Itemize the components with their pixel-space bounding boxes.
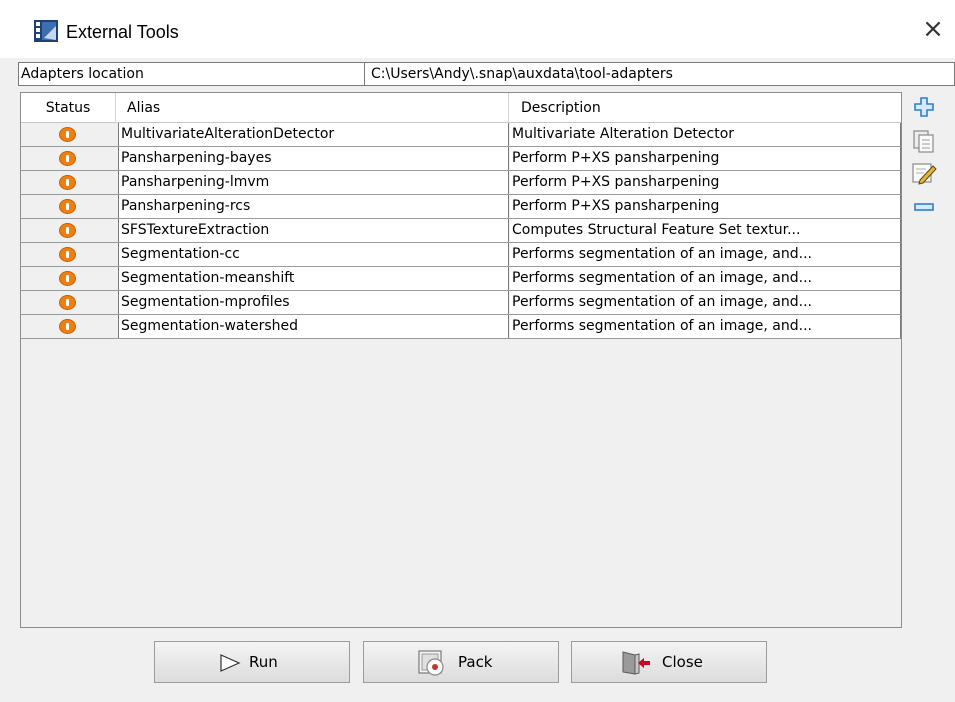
column-header-description[interactable]: Description (509, 93, 901, 123)
column-header-status[interactable]: Status (21, 93, 116, 123)
column-header-alias[interactable]: Alias (116, 93, 509, 123)
warning-icon (59, 271, 76, 286)
table-header: Status Alias Description (21, 93, 901, 123)
warning-icon (59, 199, 76, 214)
status-cell (21, 195, 117, 218)
warning-icon (59, 151, 76, 166)
table-body: MultivariateAlterationDetector Multivaria… (21, 123, 901, 339)
external-tools-dialog: External Tools × Adapters location C:\Us… (0, 0, 955, 702)
alias-cell: Pansharpening-rcs (118, 195, 509, 218)
title-bar: External Tools × (0, 0, 955, 58)
description-cell: Performs segmentation of an image, and..… (510, 315, 901, 338)
warning-icon (59, 247, 76, 262)
alias-cell: Pansharpening-bayes (118, 147, 509, 170)
run-button-label: Run (249, 653, 278, 671)
table-row[interactable]: SFSTextureExtraction Computes Structural … (21, 219, 901, 243)
status-cell (21, 243, 117, 266)
table-row[interactable]: Segmentation-cc Performs segmentation of … (21, 243, 901, 267)
table-row[interactable]: MultivariateAlterationDetector Multivaria… (21, 123, 901, 147)
warning-icon (59, 319, 76, 334)
status-cell (21, 291, 117, 314)
copy-icon[interactable] (910, 128, 938, 154)
alias-cell: Segmentation-meanshift (118, 267, 509, 290)
table-row[interactable]: Segmentation-watershed Performs segmentat… (21, 315, 901, 339)
alias-cell: Segmentation-watershed (118, 315, 509, 338)
add-icon[interactable] (910, 94, 938, 120)
adapters-location-row: Adapters location C:\Users\Andy\.snap\au… (18, 62, 955, 86)
run-button[interactable]: Run (154, 641, 350, 683)
table-row[interactable]: Pansharpening-lmvm Perform P+XS pansharpe… (21, 171, 901, 195)
tool-adapters-table: Status Alias Description MultivariateAlt… (20, 92, 902, 628)
description-cell: Multivariate Alteration Detector (510, 123, 901, 146)
status-cell (21, 267, 117, 290)
pack-icon (418, 650, 444, 676)
pack-button[interactable]: Pack (363, 641, 559, 683)
warning-icon (59, 127, 76, 142)
description-cell: Perform P+XS pansharpening (510, 195, 901, 218)
description-cell: Performs segmentation of an image, and..… (510, 267, 901, 290)
table-row[interactable]: Segmentation-meanshift Performs segmentat… (21, 267, 901, 291)
alias-cell: Segmentation-cc (118, 243, 509, 266)
alias-cell: Segmentation-mprofiles (118, 291, 509, 314)
play-icon (220, 654, 241, 672)
alias-cell: MultivariateAlterationDetector (118, 123, 509, 146)
warning-icon (59, 295, 76, 310)
alias-cell: SFSTextureExtraction (118, 219, 509, 242)
description-cell: Perform P+XS pansharpening (510, 171, 901, 194)
status-cell (21, 123, 117, 146)
close-window-icon[interactable]: × (918, 14, 948, 44)
adapters-location-path[interactable]: C:\Users\Andy\.snap\auxdata\tool-adapter… (367, 63, 954, 85)
close-button-label: Close (662, 653, 703, 671)
table-row[interactable]: Pansharpening-rcs Perform P+XS pansharpen… (21, 195, 901, 219)
remove-icon[interactable] (910, 194, 938, 220)
table-row[interactable]: Pansharpening-bayes Perform P+XS pansharp… (21, 147, 901, 171)
warning-icon (59, 223, 76, 238)
description-cell: Performs segmentation of an image, and..… (510, 243, 901, 266)
status-cell (21, 219, 117, 242)
description-cell: Performs segmentation of an image, and..… (510, 291, 901, 314)
status-cell (21, 147, 117, 170)
warning-icon (59, 175, 76, 190)
external-tools-app-icon (34, 20, 58, 42)
close-button[interactable]: Close (571, 641, 767, 683)
edit-icon[interactable] (910, 160, 938, 186)
exit-icon (622, 651, 650, 675)
table-row[interactable]: Segmentation-mprofiles Performs segmentat… (21, 291, 901, 315)
status-cell (21, 171, 117, 194)
window-title: External Tools (66, 22, 179, 42)
status-cell (21, 315, 117, 338)
alias-cell: Pansharpening-lmvm (118, 171, 509, 194)
description-cell: Perform P+XS pansharpening (510, 147, 901, 170)
adapters-location-label: Adapters location (19, 63, 365, 85)
pack-button-label: Pack (458, 653, 493, 671)
description-cell: Computes Structural Feature Set textur..… (510, 219, 901, 242)
